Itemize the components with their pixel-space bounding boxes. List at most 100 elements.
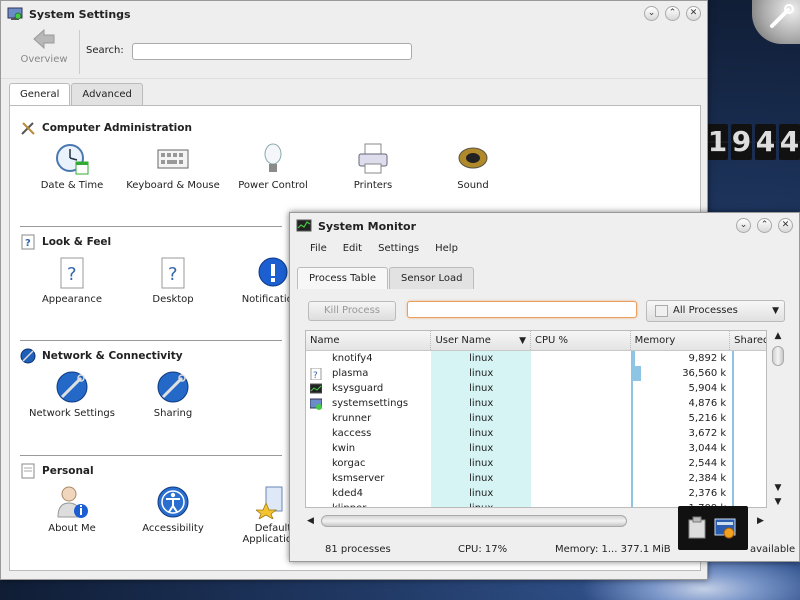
cell-shared xyxy=(730,441,766,456)
cell-name: klipper xyxy=(306,501,431,509)
table-header: Name User Name ▼ CPU % Memory Shared xyxy=(306,331,766,351)
scroll-right-arrow-icon[interactable]: ▶ xyxy=(757,514,764,528)
scroll-down-arrow-icon[interactable]: ▼ xyxy=(770,496,786,508)
shared-bar xyxy=(732,471,735,486)
scrollbar-thumb[interactable] xyxy=(772,346,784,366)
dropdown-arrow-icon: ▼ xyxy=(772,306,779,316)
item-printers[interactable]: Printers xyxy=(323,142,423,191)
kill-process-button[interactable]: Kill Process xyxy=(308,301,396,321)
overview-label: Overview xyxy=(20,54,68,65)
item-about-me[interactable]: About Me xyxy=(22,485,122,534)
table-row[interactable]: systemsettings linux 4,876 k xyxy=(306,396,766,411)
cell-shared xyxy=(730,456,766,471)
overview-button[interactable]: Overview xyxy=(16,28,72,65)
process-icon xyxy=(310,458,322,470)
process-name: klipper xyxy=(332,501,366,507)
sort-descending-icon: ▼ xyxy=(519,336,527,346)
scrollbar-thumb[interactable] xyxy=(321,515,627,527)
item-label: Keyboard & Mouse xyxy=(126,180,220,191)
update-notifier-icon[interactable] xyxy=(714,516,736,540)
scroll-down-arrow-icon[interactable]: ▼ xyxy=(770,482,786,494)
question-document-icon: ? xyxy=(161,257,185,289)
tab-process-table[interactable]: Process Table xyxy=(297,267,388,289)
process-name: ksysguard xyxy=(332,383,384,394)
cell-memory: 9,892 k xyxy=(630,351,731,366)
minimize-button[interactable]: ⌄ xyxy=(736,218,751,233)
table-row[interactable]: kded4 linux 2,376 k xyxy=(306,486,766,501)
cell-cpu xyxy=(531,456,631,471)
item-desktop[interactable]: ? Desktop xyxy=(123,256,223,305)
toolbar-separator xyxy=(79,30,80,74)
item-sharing[interactable]: Sharing xyxy=(123,370,223,419)
window-title: System Monitor xyxy=(318,219,416,233)
process-name: systemsettings xyxy=(332,398,409,409)
tab-sensor-load[interactable]: Sensor Load xyxy=(388,267,475,289)
process-filter-input[interactable] xyxy=(407,301,637,318)
cell-user: linux xyxy=(431,426,532,441)
table-row[interactable]: ? plasma linux 36,560 k xyxy=(306,366,766,381)
scroll-up-arrow-icon[interactable]: ▲ xyxy=(770,330,786,342)
maximize-button[interactable]: ⌃ xyxy=(757,218,772,233)
column-header-shared[interactable]: Shared xyxy=(730,331,766,350)
item-date-time[interactable]: Date & Time xyxy=(22,142,122,191)
table-row[interactable]: kaccess linux 3,672 k xyxy=(306,426,766,441)
memory-value: 2,384 k xyxy=(688,473,727,484)
process-icon xyxy=(310,413,322,425)
cell-memory: 2,376 k xyxy=(630,486,731,501)
cell-shared xyxy=(730,486,766,501)
process-type-select[interactable]: All Processes ▼ xyxy=(646,300,785,322)
cell-user: linux xyxy=(431,501,532,507)
cell-cpu xyxy=(531,441,631,456)
monitor-icon xyxy=(310,383,322,393)
item-appearance[interactable]: ? Appearance xyxy=(22,256,122,305)
item-accessibility[interactable]: Accessibility xyxy=(123,485,223,534)
tools-icon xyxy=(21,122,35,135)
menu-file[interactable]: File xyxy=(310,243,327,254)
table-row[interactable]: korgac linux 2,544 k xyxy=(306,456,766,471)
settings-titlebar[interactable]: System Settings ⌄ ⌃ ✕ xyxy=(1,1,707,27)
minimize-button[interactable]: ⌄ xyxy=(644,6,659,21)
memory-bar xyxy=(632,366,641,381)
column-header-cpu[interactable]: CPU % xyxy=(531,331,631,350)
clock-calendar-icon xyxy=(56,144,89,175)
tab-general[interactable]: General xyxy=(9,83,71,106)
item-power-control[interactable]: Power Control xyxy=(223,142,323,191)
cell-user: linux xyxy=(431,456,532,471)
memory-value: 4,876 k xyxy=(688,398,727,409)
clipboard-icon[interactable] xyxy=(686,516,708,540)
close-button[interactable]: ✕ xyxy=(778,218,793,233)
table-row[interactable]: ksmserver linux 2,384 k xyxy=(306,471,766,486)
process-icon xyxy=(310,503,322,509)
vertical-scrollbar[interactable]: ▲ ▼ ▼ xyxy=(770,330,786,508)
cell-name: korgac xyxy=(306,456,431,471)
item-keyboard-mouse[interactable]: Keyboard & Mouse xyxy=(123,142,223,191)
table-row[interactable]: krunner linux 5,216 k xyxy=(306,411,766,426)
cell-name: krunner xyxy=(306,411,431,426)
cell-cpu xyxy=(531,471,631,486)
column-header-user[interactable]: User Name ▼ xyxy=(431,331,532,350)
table-row[interactable]: knotify4 linux 9,892 k xyxy=(306,351,766,366)
memory-value: 3,672 k xyxy=(688,428,727,439)
close-button[interactable]: ✕ xyxy=(686,6,701,21)
sysmon-titlebar[interactable]: System Monitor ⌄ ⌃ ✕ xyxy=(290,213,799,239)
column-header-name[interactable]: Name xyxy=(306,331,432,350)
menu-edit[interactable]: Edit xyxy=(343,243,362,254)
tab-advanced[interactable]: Advanced xyxy=(71,83,143,105)
column-header-memory[interactable]: Memory xyxy=(631,331,731,350)
cell-memory: 5,904 k xyxy=(630,381,731,396)
maximize-button[interactable]: ⌃ xyxy=(665,6,680,21)
item-sound[interactable]: Sound xyxy=(423,142,523,191)
search-input[interactable] xyxy=(132,43,412,60)
cell-shared xyxy=(730,366,766,381)
item-network-settings[interactable]: Network Settings xyxy=(22,370,122,419)
table-row[interactable]: kwin linux 3,044 k xyxy=(306,441,766,456)
table-row[interactable]: ksysguard linux 5,904 k xyxy=(306,381,766,396)
menu-settings[interactable]: Settings xyxy=(378,243,419,254)
process-type-value: All Processes xyxy=(673,305,738,316)
accessibility-icon xyxy=(157,486,189,518)
cell-user: linux xyxy=(431,381,532,396)
menu-help[interactable]: Help xyxy=(435,243,458,254)
category-title: Look & Feel xyxy=(42,236,112,248)
scroll-left-arrow-icon[interactable]: ◀ xyxy=(307,514,314,528)
category-title: Network & Connectivity xyxy=(42,350,183,362)
